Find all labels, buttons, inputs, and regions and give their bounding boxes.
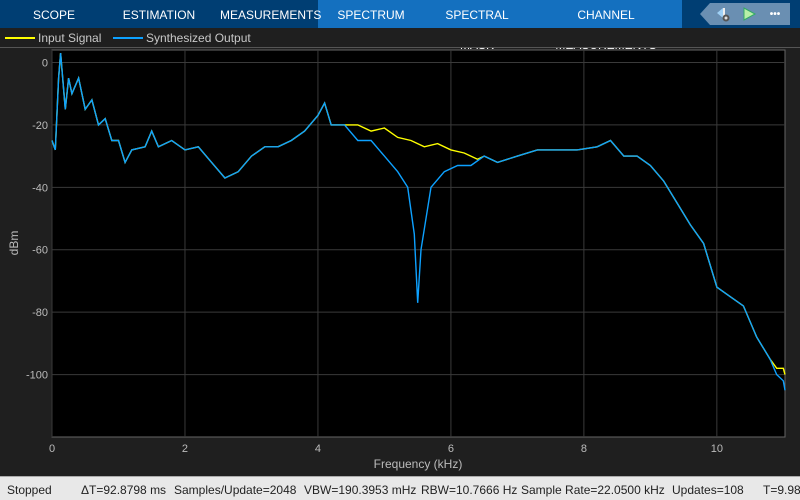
y-tick-label: -20 xyxy=(32,120,48,132)
x-tick-label: 6 xyxy=(448,443,454,455)
x-tick-label: 2 xyxy=(182,443,188,455)
x-axis-label: Frequency (kHz) xyxy=(374,457,463,471)
legend-line-yellow xyxy=(5,37,35,39)
legend-label: Synthesized Output xyxy=(146,31,251,45)
status-bar: Stopped ΔT=92.8798 ms Samples/Update=204… xyxy=(0,476,800,500)
status-updates: Updates=108 xyxy=(672,483,744,497)
tab-spectral-mask[interactable]: SPECTRAL MASK xyxy=(432,0,522,52)
tab-bar: SCOPE ESTIMATION MEASUREMENTS SPECTRUM S… xyxy=(0,0,800,52)
step-back-settings-icon[interactable] xyxy=(712,3,734,25)
tab-spectrum[interactable]: SPECTRUM xyxy=(336,0,406,28)
tab-channel-measurements[interactable]: CHANNEL MEASUREMENTS xyxy=(535,0,677,52)
legend: Input Signal Synthesized Output xyxy=(0,28,800,48)
x-tick-label: 4 xyxy=(315,443,321,455)
status-time: T=9.9846 xyxy=(763,483,800,497)
status-state: Stopped xyxy=(7,483,52,497)
tab-estimation[interactable]: ESTIMATION xyxy=(120,0,198,28)
y-axis-label: dBm xyxy=(7,231,21,256)
y-tick-label: -40 xyxy=(32,182,48,194)
more-icon[interactable]: ••• xyxy=(764,3,786,25)
legend-item-synthesized-output[interactable]: Synthesized Output xyxy=(113,31,251,45)
plot-area xyxy=(51,49,786,438)
legend-label: Input Signal xyxy=(38,31,102,45)
tab-measurements[interactable]: MEASUREMENTS xyxy=(220,0,321,28)
y-tick-label: -60 xyxy=(32,245,48,257)
tab-scope[interactable]: SCOPE xyxy=(30,0,78,28)
status-sample-rate: Sample Rate=22.0500 kHz xyxy=(521,483,665,497)
status-delta-t: ΔT=92.8798 ms xyxy=(81,483,167,497)
x-tick-label: 10 xyxy=(711,443,723,455)
status-rbw: RBW=10.7666 Hz xyxy=(421,483,518,497)
run-icon[interactable] xyxy=(738,3,760,25)
run-toolbar: ••• xyxy=(710,3,790,25)
legend-item-input-signal[interactable]: Input Signal xyxy=(5,31,101,45)
status-samples: Samples/Update=2048 xyxy=(174,483,297,497)
legend-line-blue xyxy=(113,37,143,39)
x-tick-label: 8 xyxy=(581,443,587,455)
y-tick-label: -100 xyxy=(26,370,48,382)
toolbar-notch xyxy=(700,3,710,25)
spectrum-plot[interactable]: 0 2 4 6 8 10 0 -20 -40 -60 -80 -100 Frequency (kHz)… xyxy=(0,49,800,475)
x-tick-label: 0 xyxy=(49,443,55,455)
y-tick-label: -80 xyxy=(32,307,48,319)
y-tick-label: 0 xyxy=(42,57,48,69)
status-vbw: VBW=190.3953 mHz xyxy=(304,483,417,497)
